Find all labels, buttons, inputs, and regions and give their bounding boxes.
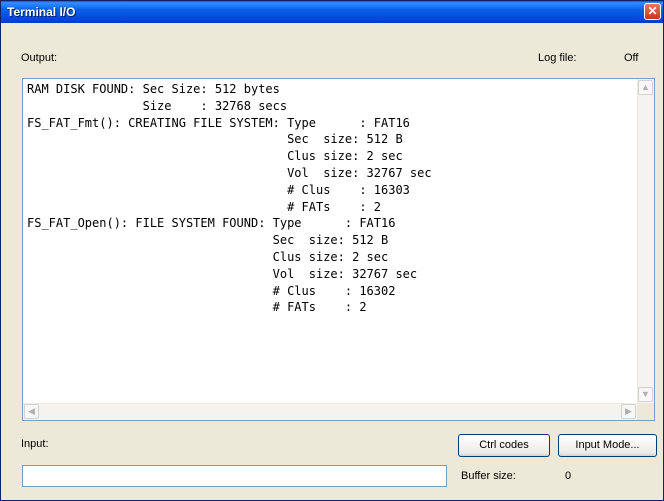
terminal-io-window: Terminal I/O ✕ Output: Log file: Off RAM…: [0, 0, 664, 501]
buffer-size-label: Buffer size:: [461, 470, 516, 482]
input-field[interactable]: [22, 465, 447, 487]
close-button[interactable]: ✕: [644, 3, 661, 20]
scroll-up-icon[interactable]: ▲: [638, 80, 653, 95]
output-area[interactable]: RAM DISK FOUND: Sec Size: 512 bytes Size…: [22, 78, 655, 421]
buffer-size-value: 0: [565, 470, 572, 482]
close-icon: ✕: [647, 4, 658, 18]
ctrl-codes-button[interactable]: Ctrl codes: [458, 434, 550, 457]
log-file-label: Log file:: [538, 52, 577, 64]
scrollbar-corner: [637, 403, 654, 420]
scroll-right-icon[interactable]: ▶: [621, 404, 636, 419]
window-title: Terminal I/O: [7, 5, 76, 19]
input-mode-button[interactable]: Input Mode...: [558, 434, 657, 457]
title-bar[interactable]: Terminal I/O ✕: [1, 1, 663, 23]
vertical-scrollbar[interactable]: ▲ ▼: [637, 79, 654, 403]
scroll-down-icon[interactable]: ▼: [638, 387, 653, 402]
output-text: RAM DISK FOUND: Sec Size: 512 bytes Size…: [27, 82, 432, 315]
output-label: Output:: [21, 52, 58, 64]
scroll-left-icon[interactable]: ◀: [24, 404, 39, 419]
input-label: Input:: [21, 438, 49, 450]
horizontal-scrollbar[interactable]: ◀ ▶: [23, 403, 637, 420]
log-file-value: Off: [624, 52, 639, 64]
